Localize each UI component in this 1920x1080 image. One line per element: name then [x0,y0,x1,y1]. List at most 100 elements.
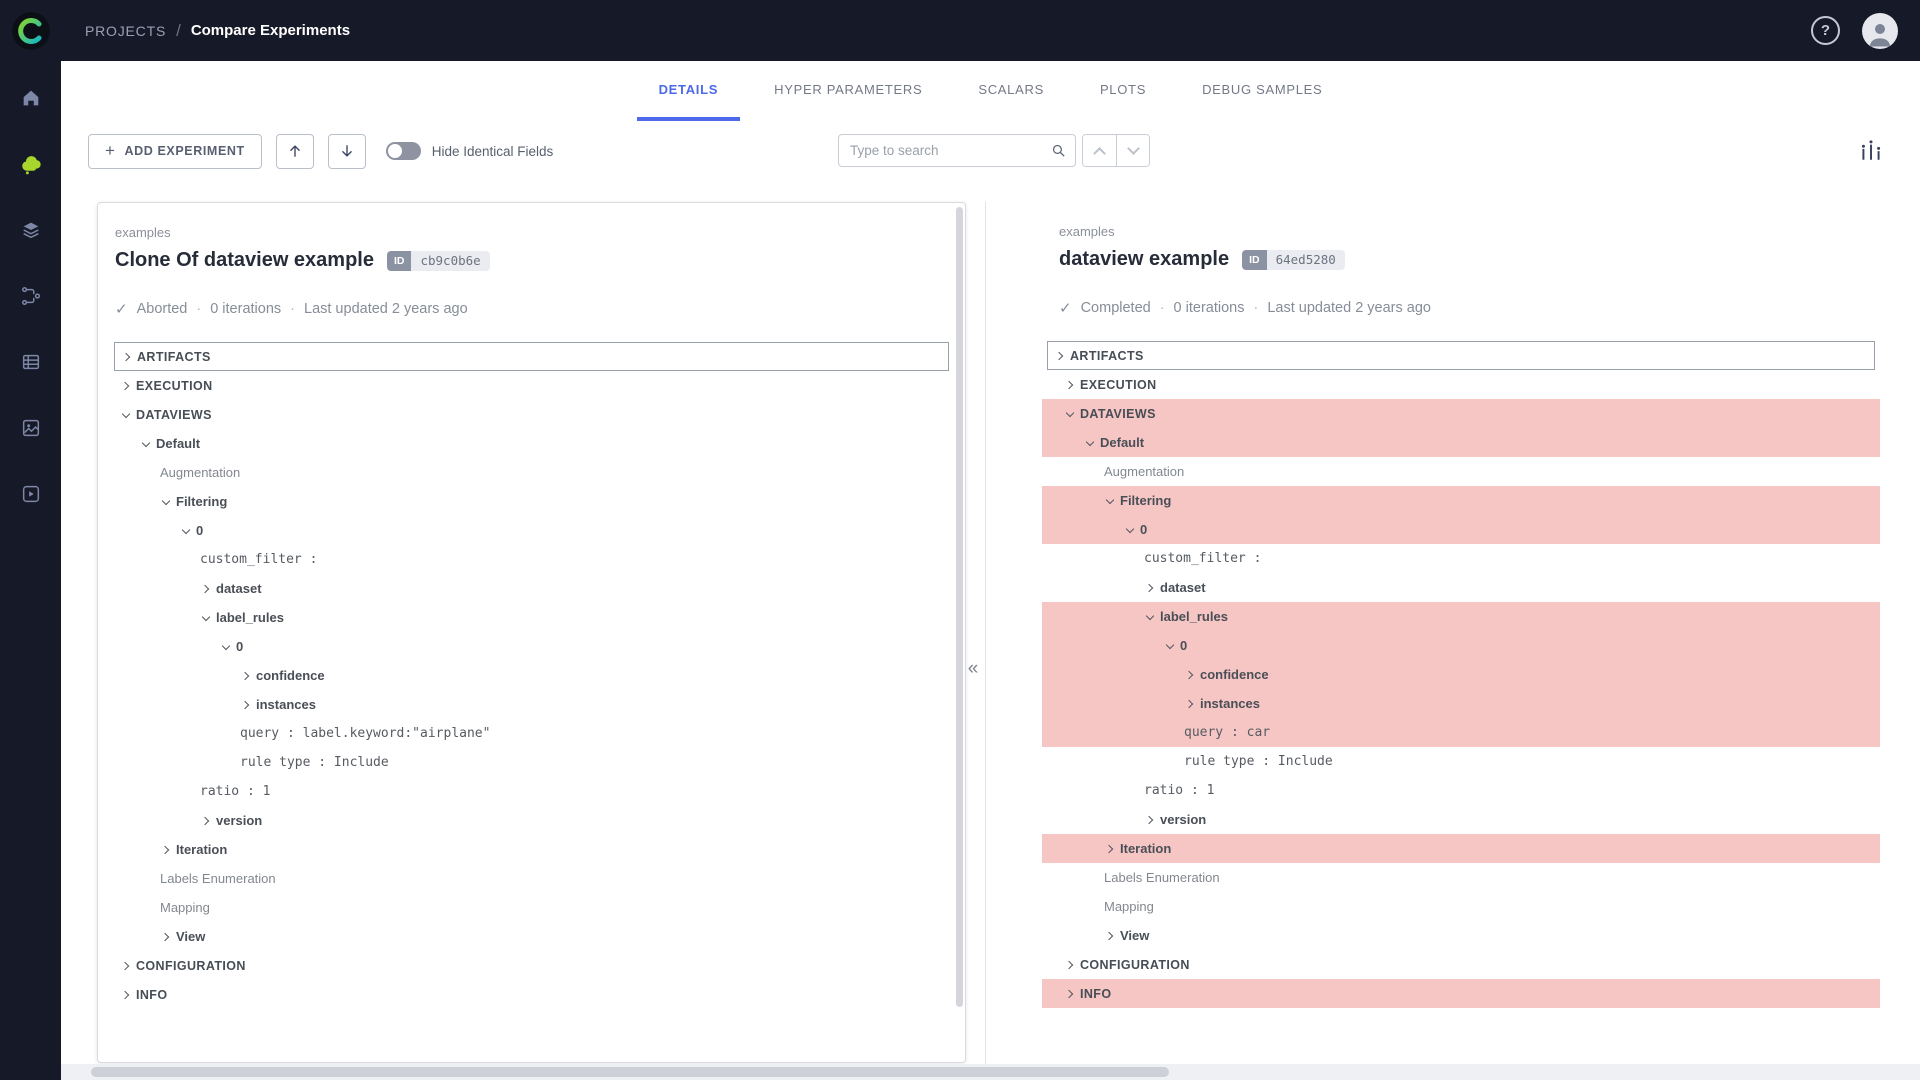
chevron-down-icon[interactable] [160,496,172,508]
chevron-right-icon[interactable] [1064,988,1076,1000]
search-prev-button[interactable] [1083,135,1116,166]
chevron-right-icon[interactable] [240,699,252,711]
user-avatar[interactable] [1862,13,1898,49]
clearml-logo[interactable] [0,0,61,61]
chevron-right-icon[interactable] [120,380,132,392]
sidebar-item-projects[interactable] [18,151,44,177]
add-experiment-button[interactable]: + ADD EXPERIMENT [88,134,262,169]
move-down-button[interactable] [328,134,366,169]
chevron-right-icon[interactable] [1054,350,1066,362]
status-row: ✓ Aborted · 0 iterations · Last updated … [115,300,948,318]
chevron-down-icon[interactable] [140,438,152,450]
collapse-panel-handle[interactable]: « [961,654,985,684]
tree-row-execution[interactable]: EXECUTION [1042,370,1880,399]
tree-row-default[interactable]: Default [1042,428,1880,457]
vertical-scrollbar[interactable] [955,207,964,1058]
chevron-right-icon[interactable] [120,960,132,972]
sidebar-item-queues[interactable] [18,349,44,375]
project-name: examples [115,225,948,240]
chevron-right-icon[interactable] [1184,669,1196,681]
sidebar-item-home[interactable] [18,85,44,111]
tree-row-instances[interactable]: instances [1042,689,1880,718]
help-icon[interactable]: ? [1811,16,1840,45]
tree-row-info[interactable]: INFO [1042,979,1880,1008]
chevron-right-icon[interactable] [1064,379,1076,391]
chevron-right-icon[interactable] [1144,582,1156,594]
chevron-right-icon[interactable] [200,583,212,595]
tree-row-filtering[interactable]: Filtering [1042,486,1880,515]
chevron-down-icon[interactable] [1164,640,1176,652]
chevron-down-icon[interactable] [1104,495,1116,507]
chevron-right-icon[interactable] [200,815,212,827]
sidebar-item-pipelines[interactable] [18,283,44,309]
chevron-right-icon[interactable] [1104,930,1116,942]
chevron-right-icon[interactable] [160,931,172,943]
tree-row-view[interactable]: View [1042,921,1880,950]
chevron-down-icon[interactable] [1124,524,1136,536]
tree-row-confidence[interactable]: confidence [98,661,965,690]
tree-row-iteration[interactable]: Iteration [98,835,965,864]
tree-row-dataviews[interactable]: DATAVIEWS [98,400,965,429]
chevron-right-icon[interactable] [1144,814,1156,826]
metrics-icon [1858,137,1884,163]
tree-row-0[interactable]: 0 [98,632,965,661]
tree-row-artifacts[interactable]: ARTIFACTS [114,342,949,371]
chevron-right-icon[interactable] [1104,843,1116,855]
breadcrumb-projects-link[interactable]: PROJECTS [85,23,166,39]
chevron-right-icon[interactable] [1064,959,1076,971]
chevron-right-icon[interactable] [121,351,133,363]
tree-row-execution[interactable]: EXECUTION [98,371,965,400]
tab-debug-samples[interactable]: DEBUG SAMPLES [1180,61,1344,121]
compare-view-button[interactable] [1858,137,1884,168]
chevron-right-icon[interactable] [120,989,132,1001]
tree-row-0[interactable]: 0 [98,516,965,545]
move-up-button[interactable] [276,134,314,169]
tree-row-view[interactable]: View [98,922,965,951]
tree-row-0[interactable]: 0 [1042,515,1880,544]
tree-row-label: label_rules [216,610,284,625]
chevron-down-icon[interactable] [1064,408,1076,420]
horizontal-scrollbar[interactable] [61,1064,1920,1080]
chevron-right-icon[interactable] [1184,698,1196,710]
tab-details[interactable]: DETAILS [637,61,741,121]
chevron-down-icon[interactable] [1084,437,1096,449]
chevron-right-icon[interactable] [160,844,172,856]
sidebar-item-applications[interactable] [18,481,44,507]
chevron-down-icon[interactable] [200,612,212,624]
sidebar-item-reports[interactable] [18,415,44,441]
tree-row-dataset[interactable]: dataset [1042,573,1880,602]
scrollbar-thumb[interactable] [91,1067,1169,1077]
tree-row-dataviews[interactable]: DATAVIEWS [1042,399,1880,428]
tab-scalars[interactable]: SCALARS [956,61,1066,121]
tab-plots[interactable]: PLOTS [1078,61,1168,121]
search-icon[interactable] [1050,142,1067,164]
chevron-down-icon[interactable] [120,409,132,421]
chevron-down-icon[interactable] [180,525,192,537]
tab-hyper-parameters[interactable]: HYPER PARAMETERS [752,61,944,121]
experiment-id-badge: ID cb9c0b6e [387,251,490,271]
chevron-down-icon[interactable] [1144,611,1156,623]
tree-row-artifacts[interactable]: ARTIFACTS [1047,341,1875,370]
tree-row-info[interactable]: INFO [98,980,965,1009]
tree-row-version[interactable]: version [98,806,965,835]
tree-row-version[interactable]: version [1042,805,1880,834]
hide-identical-toggle[interactable] [386,142,421,160]
tree-row-instances[interactable]: instances [98,690,965,719]
tree-row-iteration[interactable]: Iteration [1042,834,1880,863]
tree-row-label-rules[interactable]: label_rules [1042,602,1880,631]
tree-row-0[interactable]: 0 [1042,631,1880,660]
search-input[interactable] [838,134,1076,167]
search-next-button[interactable] [1116,135,1149,166]
tree-row-dataset[interactable]: dataset [98,574,965,603]
tree-row-label-rules[interactable]: label_rules [98,603,965,632]
scrollbar-thumb[interactable] [956,207,963,1007]
tree-row-filtering[interactable]: Filtering [98,487,965,516]
sidebar-item-datasets[interactable] [18,217,44,243]
tree-row-confidence[interactable]: confidence [1042,660,1880,689]
tree-row-default[interactable]: Default [98,429,965,458]
chevron-down-icon[interactable] [220,641,232,653]
chevron-right-icon[interactable] [240,670,252,682]
tree-row-configuration[interactable]: CONFIGURATION [1042,950,1880,979]
tree-row-label: View [1120,928,1149,943]
tree-row-configuration[interactable]: CONFIGURATION [98,951,965,980]
